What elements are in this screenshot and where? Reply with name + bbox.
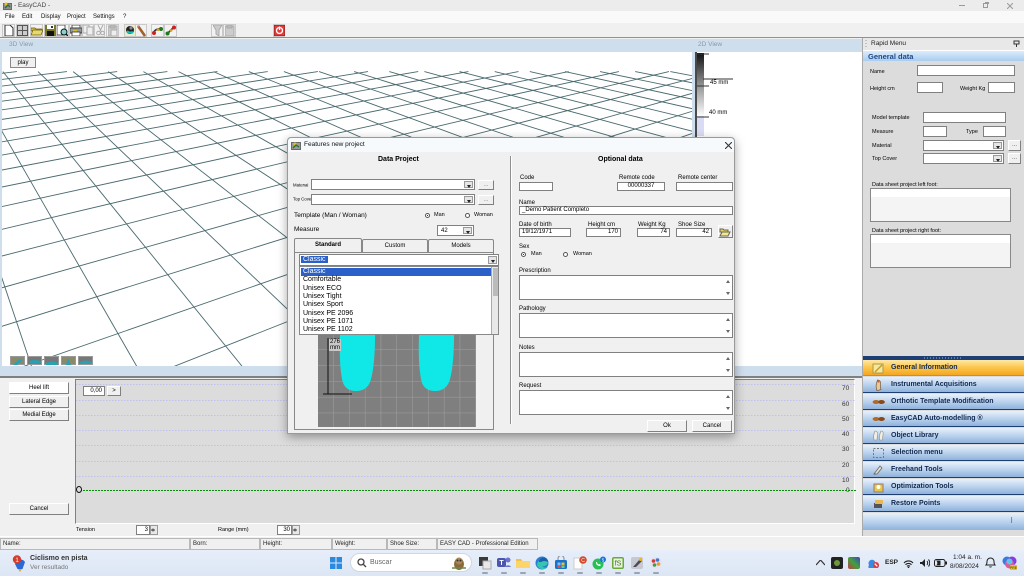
svg-text:PRE: PRE xyxy=(1010,566,1017,570)
svg-text:C: C xyxy=(581,558,585,564)
svg-text:fS: fS xyxy=(615,561,622,568)
svg-text:T: T xyxy=(499,560,504,567)
